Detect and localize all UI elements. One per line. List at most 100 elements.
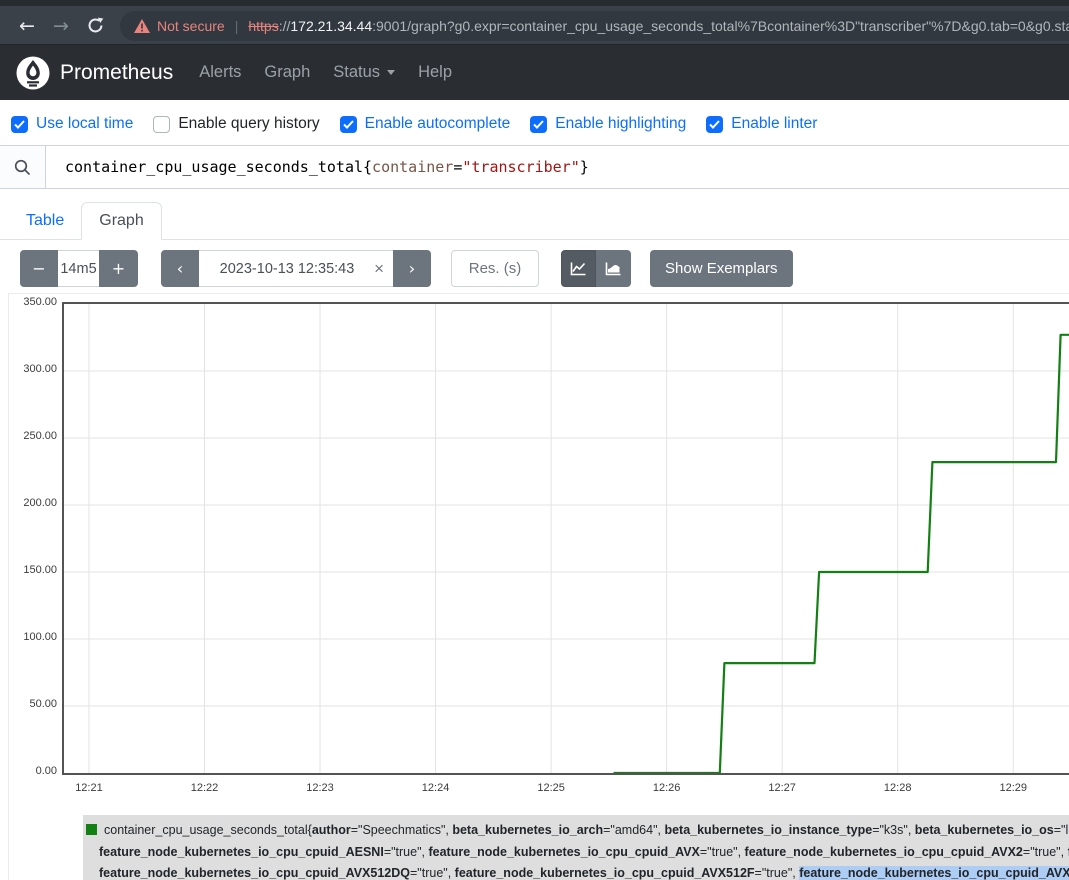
x-axis-tick-label: 12:29: [988, 782, 1038, 794]
x-axis-tick-label: 12:23: [295, 782, 345, 794]
brand-title[interactable]: Prometheus: [60, 61, 173, 85]
x-axis-tick-label: 12:26: [642, 782, 692, 794]
datetime-value: 2023-10-13 12:35:43: [220, 261, 355, 277]
y-axis-tick-label: 0.00: [9, 765, 57, 777]
checkbox-label[interactable]: Enable autocomplete: [365, 115, 511, 133]
y-axis-tick-label: 200.00: [9, 497, 57, 509]
chevron-down-icon: [387, 70, 395, 75]
x-axis-tick-label: 12:22: [179, 782, 229, 794]
range-decrease-button[interactable]: −: [20, 250, 58, 287]
checkbox[interactable]: [530, 116, 547, 133]
check-icon: [14, 120, 25, 129]
graph-panel: 0.0050.00100.00150.00200.00250.00300.003…: [8, 293, 1069, 880]
time-input-group: ‹ 2023-10-13 12:35:43 × ›: [161, 250, 431, 287]
legend-line[interactable]: feature_node_kubernetes_io_cpu_cpuid_AES…: [86, 842, 1069, 864]
y-axis-tick-label: 50.00: [9, 698, 57, 710]
options-row: Use local time Enable query history Enable…: [0, 100, 1069, 133]
x-axis-tick-label: 12:24: [411, 782, 461, 794]
query-token: }: [580, 158, 589, 176]
checkbox[interactable]: [706, 116, 723, 133]
legend-label-value: ="true",: [1023, 845, 1068, 859]
legend-label-name: feature_node_kubernetes_io_cpu_cpuid_AVX…: [99, 866, 410, 880]
legend-label-value: ="true",: [700, 845, 745, 859]
check-icon: [343, 120, 354, 129]
stacked-chart-button[interactable]: [596, 250, 631, 287]
line-chart-icon: [570, 261, 587, 276]
reload-icon: [87, 17, 104, 34]
query-token: =: [453, 158, 462, 176]
line-chart-button[interactable]: [561, 250, 596, 287]
query-token: container: [372, 158, 453, 176]
option-enable-autocomplete: Enable autocomplete: [340, 115, 511, 133]
datetime-input[interactable]: 2023-10-13 12:35:43 ×: [199, 250, 393, 287]
legend-swatch: [86, 824, 97, 835]
nav-item-alerts[interactable]: Alerts: [199, 63, 241, 82]
x-axis-tick-label: 12:21: [64, 782, 114, 794]
x-axis-tick-label: 12:28: [873, 782, 923, 794]
prometheus-navbar: Prometheus Alerts Graph Status Help: [0, 45, 1069, 100]
prometheus-logo-icon[interactable]: [16, 56, 50, 90]
legend-line[interactable]: feature_node_kubernetes_io_cpu_cpuid_AVX…: [86, 863, 1069, 880]
address-bar[interactable]: Not secure | https://172.21.34.44:9001/g…: [120, 11, 1069, 41]
option-enable-query-history: Enable query history: [153, 115, 319, 133]
url-separator: ://: [279, 18, 291, 34]
browser-forward-button[interactable]: →: [44, 11, 78, 41]
legend[interactable]: container_cpu_usage_seconds_total{author…: [83, 815, 1069, 880]
tab-graph[interactable]: Graph: [81, 202, 161, 240]
legend-label-name: beta_kubernetes_io_arch: [452, 823, 603, 837]
range-input-group: − 14m5 +: [20, 250, 138, 287]
legend-label-value: ="true",: [755, 866, 800, 880]
legend-label-name: feature_node_kubernetes_io_cpu_cpuid_AVX…: [745, 845, 1023, 859]
address-divider: |: [235, 18, 239, 34]
y-axis-tick-label: 300.00: [9, 363, 57, 375]
legend-label-value: ="Speechmatics",: [351, 823, 453, 837]
checkbox[interactable]: [340, 116, 357, 133]
resolution-input[interactable]: Res. (s): [451, 250, 539, 287]
nav-links: Alerts Graph Status Help: [199, 63, 475, 82]
check-icon: [709, 120, 720, 129]
browser-reload-button[interactable]: [78, 11, 112, 41]
checkbox-label[interactable]: Enable query history: [178, 115, 319, 133]
range-input[interactable]: 14m5: [58, 250, 99, 287]
show-exemplars-button[interactable]: Show Exemplars: [650, 250, 793, 287]
url-host: 172.21.34.44: [290, 18, 372, 34]
url-scheme: https: [248, 18, 278, 34]
option-enable-highlighting: Enable highlighting: [530, 115, 686, 133]
nav-item-help[interactable]: Help: [418, 63, 452, 82]
time-next-button[interactable]: ›: [393, 250, 431, 287]
tab-table[interactable]: Table: [9, 203, 81, 239]
legend-label-value: ="k3s",: [872, 823, 915, 837]
y-axis-tick-label: 250.00: [9, 430, 57, 442]
legend-label-value: ="amd64",: [603, 823, 664, 837]
chart-type-toggle: [561, 250, 631, 287]
clear-time-icon[interactable]: ×: [374, 259, 384, 279]
plot-region[interactable]: [62, 302, 1069, 775]
checkbox-label[interactable]: Enable highlighting: [555, 115, 686, 133]
checkbox[interactable]: [153, 116, 170, 133]
query-token: container_cpu_usage_seconds_total{: [65, 158, 372, 176]
security-status-label: Not secure: [157, 18, 225, 34]
browser-chrome: ← → Not secure | https://172.21.34.44:90…: [0, 0, 1069, 45]
checkbox[interactable]: [11, 116, 28, 133]
checkbox-label[interactable]: Use local time: [36, 115, 133, 133]
checkbox-label[interactable]: Enable linter: [731, 115, 817, 133]
warning-icon[interactable]: [134, 19, 150, 33]
plot-svg[interactable]: [64, 304, 1069, 773]
legend-label-value: ="linux",: [1054, 823, 1069, 837]
nav-item-graph[interactable]: Graph: [264, 63, 310, 82]
nav-item-status[interactable]: Status: [333, 63, 395, 82]
check-icon: [533, 120, 544, 129]
time-prev-button[interactable]: ‹: [161, 250, 199, 287]
x-axis-tick-label: 12:25: [526, 782, 576, 794]
query-bar: container_cpu_usage_seconds_total{contai…: [0, 145, 1069, 189]
series-line: [614, 335, 1069, 773]
y-axis-tick-label: 350.00: [9, 296, 57, 308]
query-expression-input[interactable]: container_cpu_usage_seconds_total{contai…: [46, 146, 1069, 188]
range-increase-button[interactable]: +: [99, 250, 138, 287]
stacked-chart-icon: [605, 261, 622, 276]
y-axis-tick-label: 100.00: [9, 631, 57, 643]
browser-back-button[interactable]: ←: [10, 11, 44, 41]
option-use-local-time: Use local time: [11, 115, 133, 133]
query-addon: [0, 146, 46, 188]
legend-line[interactable]: container_cpu_usage_seconds_total{author…: [86, 820, 1069, 842]
